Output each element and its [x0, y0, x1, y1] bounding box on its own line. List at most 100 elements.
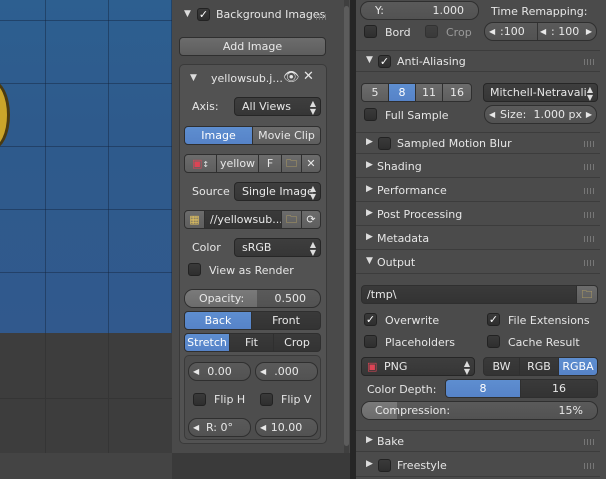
output-panel-header[interactable]: ▼ Output [356, 252, 600, 274]
bord-checkbox[interactable] [364, 25, 377, 38]
collapse-triangle-icon[interactable]: ▼ [184, 9, 191, 19]
aa-samples-11[interactable]: 11 [415, 83, 443, 102]
anti-aliasing-checkbox[interactable]: ✓ [378, 55, 391, 68]
stretch-toggle[interactable]: Stretch [184, 333, 230, 352]
tab-movie-clip[interactable]: Movie Clip [252, 126, 321, 145]
overwrite-checkbox[interactable]: ✓ [364, 313, 377, 326]
close-icon[interactable]: ✕ [303, 69, 314, 84]
sampled-motion-blur-panel-header[interactable]: ▶ Sampled Motion Blur [356, 132, 600, 154]
expand-triangle-icon: ▶ [366, 208, 373, 218]
background-images-checkbox[interactable]: ✓ [197, 8, 210, 21]
rotation-value: R: 0° [205, 421, 233, 434]
color-mode-rgba[interactable]: RGBA [558, 357, 598, 376]
drag-handle-icon[interactable] [584, 260, 596, 266]
drag-handle-icon[interactable] [584, 188, 596, 194]
fit-toggle[interactable]: Fit [229, 333, 274, 352]
y-field[interactable]: Y: 1.000 [360, 1, 479, 20]
metadata-title: Metadata [377, 232, 430, 245]
time-remapping-fields[interactable]: ◀ :100 ◀ : 100 ▶ [484, 22, 597, 41]
drag-handle-icon[interactable] [584, 164, 596, 170]
fake-user-button[interactable]: F [258, 154, 282, 173]
source-dropdown[interactable]: Single Image ▲ ▼ [234, 182, 321, 201]
drag-handle-icon[interactable] [584, 141, 596, 147]
tab-image[interactable]: Image [184, 126, 253, 145]
shading-title: Shading [377, 160, 422, 173]
compression-slider[interactable]: Compression: 15% [361, 401, 598, 420]
y-value: 1.000 [432, 4, 465, 17]
front-toggle[interactable]: Front [251, 311, 321, 330]
post-processing-panel-header[interactable]: ▶ Post Processing [356, 204, 600, 226]
view-as-render-checkbox[interactable] [188, 263, 201, 276]
anti-aliasing-panel-header[interactable]: ▼ ✓ Anti-Aliasing [356, 50, 600, 72]
bake-panel-header[interactable]: ▶ Bake [356, 430, 600, 452]
drag-handle-icon[interactable] [584, 212, 596, 218]
motion-blur-checkbox[interactable] [378, 137, 391, 150]
color-label: Color [192, 241, 221, 254]
size-field[interactable]: ◀ 10.00 [255, 418, 318, 437]
output-path-field[interactable]: /tmp\ [361, 285, 577, 304]
color-depth-8[interactable]: 8 [445, 379, 521, 398]
color-depth-16[interactable]: 16 [520, 379, 598, 398]
image-datablock-name[interactable]: yellow [216, 154, 259, 173]
expand-triangle-icon: ▶ [366, 184, 373, 194]
freestyle-title: Freestyle [397, 459, 447, 472]
opacity-slider[interactable]: Opacity: 0.500 [184, 289, 321, 308]
eye-icon[interactable]: 👁 [283, 70, 300, 85]
updown-arrows-icon: ▲ ▼ [309, 240, 316, 257]
color-mode-bw[interactable]: BW [483, 357, 520, 376]
folder-icon[interactable]: 🗀 [576, 285, 598, 304]
flip-h-checkbox[interactable] [193, 393, 206, 406]
color-space-dropdown[interactable]: sRGB ▲ ▼ [234, 238, 321, 257]
updown-arrows-icon: ▲ ▼ [309, 184, 316, 201]
3d-viewport[interactable] [0, 0, 172, 479]
post-processing-title: Post Processing [377, 208, 463, 221]
left-arrow-icon: ◀ [260, 367, 267, 376]
rotation-field[interactable]: ◀ R: 0° [188, 418, 251, 437]
freestyle-panel-header[interactable]: ▶ Freestyle [356, 455, 600, 477]
aa-filter-dropdown[interactable]: Mitchell-Netravali ▲ ▼ [483, 83, 598, 102]
axis-dropdown[interactable]: All Views ▲ ▼ [234, 97, 321, 116]
full-sample-checkbox[interactable] [364, 108, 377, 121]
folder-icon[interactable]: 🗀 [281, 210, 302, 229]
aa-samples-8[interactable]: 8 [388, 83, 416, 102]
flip-v-checkbox[interactable] [260, 393, 273, 406]
offset-y-field[interactable]: ◀ .000 [255, 362, 318, 381]
aa-size-field[interactable]: ◀ Size: 1.000 px ▶ [484, 105, 597, 124]
bake-title: Bake [377, 435, 405, 448]
aa-samples-16[interactable]: 16 [442, 83, 472, 102]
shelf-scrollbar-thumb[interactable] [344, 6, 349, 446]
cache-result-checkbox[interactable] [487, 335, 500, 348]
unlink-close-icon[interactable]: ✕ [301, 154, 321, 173]
view-as-render-label: View as Render [209, 264, 294, 277]
background-images-title: Background Images [216, 8, 326, 21]
crop-toggle[interactable]: Crop [273, 333, 321, 352]
placeholders-checkbox[interactable] [364, 335, 377, 348]
file-icon: ▦ [184, 210, 205, 229]
drag-handle-icon[interactable] [584, 439, 596, 445]
aa-samples-5[interactable]: 5 [361, 83, 389, 102]
folder-icon[interactable]: 🗀 [281, 154, 302, 173]
reload-icon[interactable]: ⟳ [301, 210, 321, 229]
time-remapping-label: Time Remapping: [491, 5, 588, 18]
image-browse-button[interactable]: ▣↕ [184, 154, 217, 173]
drag-handle-icon[interactable] [584, 463, 596, 469]
add-image-button[interactable]: Add Image [179, 37, 326, 56]
performance-panel-header[interactable]: ▶ Performance [356, 180, 600, 202]
file-format-dropdown[interactable]: ▣ PNG ▲ ▼ [361, 357, 475, 376]
drag-handle-icon[interactable] [584, 59, 596, 65]
file-extensions-checkbox[interactable]: ✓ [487, 313, 500, 326]
drag-handle-icon[interactable] [584, 236, 596, 242]
filepath-field[interactable]: //yellowsub... [204, 210, 282, 229]
crop-checkbox[interactable] [425, 25, 438, 38]
updown-arrows-icon: ▲ ▼ [586, 85, 593, 102]
offset-x-field[interactable]: ◀ 0.00 [188, 362, 251, 381]
color-mode-rgb[interactable]: RGB [519, 357, 559, 376]
metadata-panel-header[interactable]: ▶ Metadata [356, 228, 600, 250]
freestyle-checkbox[interactable] [378, 459, 391, 472]
expand-triangle-icon[interactable]: ▼ [190, 73, 197, 83]
shading-panel-header[interactable]: ▶ Shading [356, 156, 600, 178]
back-toggle[interactable]: Back [184, 311, 252, 330]
drag-handle-icon[interactable] [316, 14, 328, 20]
expand-triangle-icon: ▶ [366, 137, 373, 147]
remap-new-value: : 100 [551, 25, 580, 38]
